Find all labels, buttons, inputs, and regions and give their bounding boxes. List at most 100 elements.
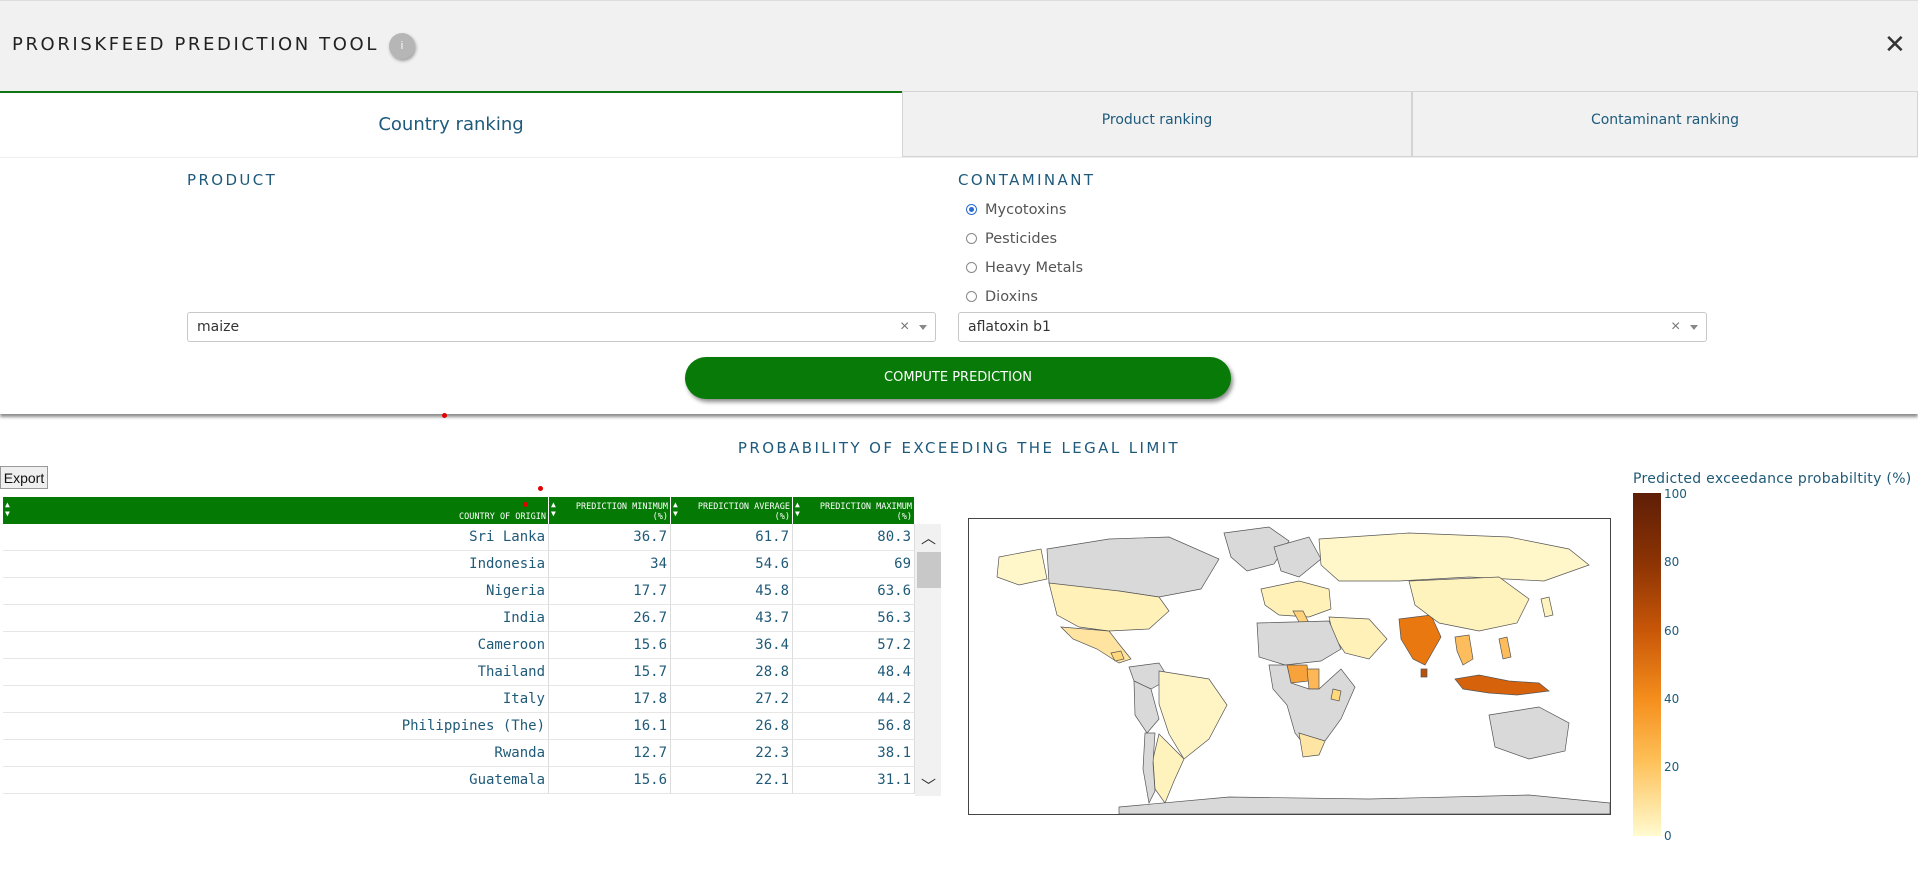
cell-max: 69 [793, 551, 915, 578]
cell-avg: 61.7 [671, 524, 793, 551]
cell-country: Nigeria [3, 578, 549, 605]
contaminant-label: CONTAMINANT [958, 171, 1096, 189]
colorbar-title: Predicted exceedance probabiltity (%) [1633, 471, 1912, 487]
radio-button[interactable] [966, 232, 977, 244]
cell-max: 63.6 [793, 578, 915, 605]
cell-country: Sri Lanka [3, 524, 549, 551]
map-region-indonesia [1454, 674, 1550, 696]
radio-mycotoxins[interactable]: Mycotoxins [966, 200, 1066, 220]
map-region-rwanda [1330, 688, 1342, 702]
cell-min: 36.7 [549, 524, 671, 551]
map-region-peru [1133, 680, 1160, 734]
sort-icon[interactable]: ▲ ▼ [673, 500, 678, 518]
cell-min: 16.1 [549, 713, 671, 740]
column-header-min[interactable]: ▲ ▼ PREDICTION MINIMUM (%) [549, 497, 671, 524]
marker-dot [538, 486, 543, 491]
cell-avg: 22.1 [671, 767, 793, 794]
sort-icon[interactable]: ▲ ▼ [551, 500, 556, 518]
cell-max: 80.3 [793, 524, 915, 551]
cell-min: 17.8 [549, 686, 671, 713]
cell-country: Indonesia [3, 551, 549, 578]
cell-min: 26.7 [549, 605, 671, 632]
cell-min: 15.6 [549, 767, 671, 794]
chevron-down-icon[interactable] [919, 325, 927, 330]
map-region-cameroon [1306, 668, 1320, 690]
world-map[interactable] [968, 518, 1611, 815]
chevron-down-icon[interactable]: ﹀ [921, 775, 936, 796]
radio-pesticides[interactable]: Pesticides [966, 229, 1057, 249]
app-title: PRORISKFEED PREDICTION TOOL [12, 34, 379, 55]
cell-max: 56.8 [793, 713, 915, 740]
marker-dot [442, 413, 447, 418]
tab-contaminant-ranking[interactable]: Contaminant ranking [1412, 91, 1918, 157]
radio-button[interactable] [966, 261, 977, 273]
clear-icon[interactable]: × [1671, 318, 1680, 336]
map-region-japan [1540, 596, 1554, 618]
colorbar-tick: 80 [1664, 555, 1680, 569]
cell-max: 57.2 [793, 632, 915, 659]
cell-avg: 36.4 [671, 632, 793, 659]
export-button[interactable]: Export [0, 466, 48, 489]
column-header-avg[interactable]: ▲ ▼ PREDICTION AVERAGE (%) [671, 497, 793, 524]
map-region-alaska [996, 548, 1048, 586]
radio-button[interactable] [966, 290, 977, 302]
cell-avg: 26.8 [671, 713, 793, 740]
scrollbar-thumb[interactable] [917, 552, 941, 588]
cell-min: 12.7 [549, 740, 671, 767]
cell-country: Thailand [3, 659, 549, 686]
cell-avg: 45.8 [671, 578, 793, 605]
cell-min: 15.7 [549, 659, 671, 686]
map-region-chile [1142, 732, 1156, 805]
cell-avg: 28.8 [671, 659, 793, 686]
colorbar [1633, 493, 1661, 836]
chevron-down-icon[interactable] [1690, 325, 1698, 330]
product-select-value: maize [197, 319, 240, 335]
cell-country: Cameroon [3, 632, 549, 659]
compute-prediction-button[interactable]: COMPUTE PREDICTION [685, 357, 1231, 399]
colorbar-tick: 20 [1664, 760, 1680, 774]
cell-avg: 43.7 [671, 605, 793, 632]
contaminant-select[interactable]: aflatoxin b1 × [958, 312, 1707, 342]
map-region-sri-lanka [1420, 668, 1428, 678]
cell-avg: 22.3 [671, 740, 793, 767]
tab-country-ranking[interactable]: Country ranking [0, 91, 902, 157]
radio-dioxins[interactable]: Dioxins [966, 287, 1038, 307]
sort-icon[interactable]: ▲ ▼ [795, 500, 800, 518]
colorbar-tick: 40 [1664, 692, 1680, 706]
map-region-thailand [1454, 634, 1474, 666]
cell-country: Rwanda [3, 740, 549, 767]
radio-heavy-metals[interactable]: Heavy Metals [966, 258, 1083, 278]
radio-button-selected[interactable] [966, 203, 977, 215]
world-map-svg [996, 526, 1610, 814]
colorbar-tick: 100 [1664, 487, 1687, 501]
cell-max: 56.3 [793, 605, 915, 632]
map-region-north-africa [1256, 620, 1342, 666]
cell-country: Philippines (The) [3, 713, 549, 740]
clear-icon[interactable]: × [900, 318, 909, 336]
map-region-antarctica [1118, 794, 1610, 814]
contaminant-select-value: aflatoxin b1 [968, 319, 1051, 335]
map-region-russia [1318, 532, 1590, 582]
chevron-up-icon[interactable]: ︿ [921, 527, 936, 548]
map-region-philippines [1498, 636, 1512, 660]
marker-dot [523, 502, 528, 507]
map-region-middle-east [1328, 616, 1388, 660]
cell-min: 15.6 [549, 632, 671, 659]
sort-icon[interactable]: ▲ ▼ [5, 500, 10, 518]
cell-country: India [3, 605, 549, 632]
tab-product-ranking[interactable]: Product ranking [902, 91, 1412, 157]
column-header-max[interactable]: ▲ ▼ PREDICTION MAXIMUM (%) [793, 497, 915, 524]
cell-avg: 27.2 [671, 686, 793, 713]
cell-country: Italy [3, 686, 549, 713]
product-select[interactable]: maize × [187, 312, 936, 342]
product-label: PRODUCT [187, 171, 278, 189]
app-header: PRORISKFEED PREDICTION TOOL i ✕ [0, 0, 1918, 91]
column-header-country[interactable]: ▲ ▼ COUNTRY OF ORIGIN [3, 497, 549, 524]
cell-max: 38.1 [793, 740, 915, 767]
cell-min: 34 [549, 551, 671, 578]
cell-country: Guatemala [3, 767, 549, 794]
map-region-india [1398, 614, 1442, 666]
info-icon[interactable]: i [389, 33, 415, 59]
colorbar-tick: 60 [1664, 624, 1680, 638]
close-icon[interactable]: ✕ [1884, 31, 1906, 57]
